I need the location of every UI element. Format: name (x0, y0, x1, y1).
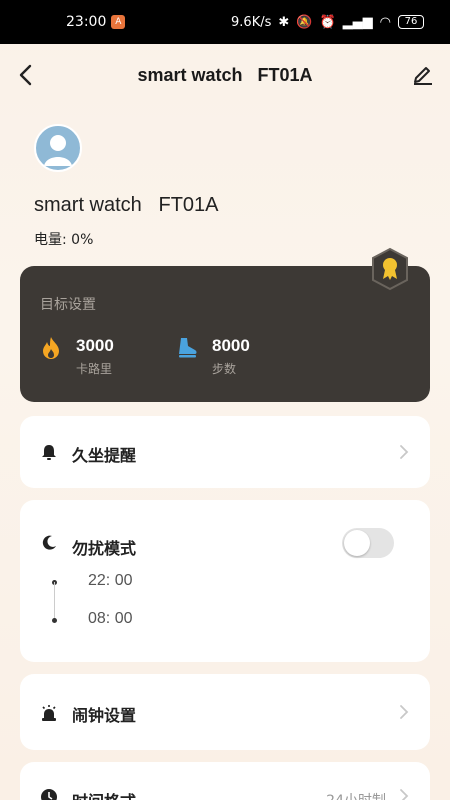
time-format-value: 24小时制 (326, 790, 386, 800)
edit-button[interactable] (410, 60, 436, 88)
sedentary-reminder-row[interactable]: 久坐提醒 (20, 416, 430, 488)
alarm-label: 闹钟设置 (72, 706, 137, 725)
alarm-settings-row[interactable]: 闹钟设置 (20, 674, 430, 750)
status-bar: 23:00 A 9.6K/s ✱ 🔕 ⏰ ▂▄▆ ◠ 76 (0, 0, 450, 44)
dnd-toggle[interactable] (342, 528, 394, 558)
battery-indicator: 76 (398, 15, 424, 29)
medal-icon (372, 247, 408, 291)
chevron-right-icon (400, 445, 409, 459)
alarm-status-icon: ⏰ (319, 14, 336, 30)
dnd-end-time[interactable]: 08: 00 (88, 610, 132, 628)
app-header: smart watch FT01A (0, 44, 450, 106)
chevron-right-icon (400, 789, 409, 800)
calories-unit: 卡路里 (76, 362, 113, 376)
user-icon (44, 135, 72, 166)
toggle-knob (344, 530, 370, 556)
sedentary-label: 久坐提醒 (72, 446, 137, 465)
flame-icon (43, 337, 59, 359)
page-title: smart watch FT01A (137, 64, 313, 85)
status-time: 23:00 (66, 14, 107, 30)
clock-icon (41, 789, 57, 800)
time-format-row[interactable]: 时间格式 24小时制 (20, 762, 430, 800)
mute-icon: 🔕 (296, 14, 313, 30)
goal-title: 目标设置 (40, 297, 96, 313)
device-name: smart watch FT01A (34, 194, 219, 216)
moon-icon (42, 535, 56, 550)
shoe-icon (179, 338, 197, 358)
notification-app-icon: A (111, 15, 126, 29)
goal-calories[interactable]: 3000 卡路里 (40, 336, 114, 377)
pencil-icon (414, 67, 432, 85)
alarm-icon (42, 705, 56, 721)
chevron-right-icon (400, 705, 409, 719)
timeline-line (54, 582, 55, 622)
calories-value: 3000 (76, 336, 114, 355)
wifi-icon: ◠ (379, 14, 391, 30)
steps-unit: 步数 (212, 362, 237, 376)
goal-steps[interactable]: 8000 步数 (176, 336, 250, 377)
time-format-label: 时间格式 (72, 788, 136, 800)
dnd-label: 勿扰模式 (72, 539, 137, 558)
timeline-end-dot (52, 618, 57, 623)
network-speed: 9.6K/s (231, 14, 272, 30)
back-button[interactable] (14, 60, 36, 90)
chevron-left-icon (19, 64, 32, 86)
bell-icon (42, 445, 56, 460)
bluetooth-icon: ✱ (278, 14, 290, 30)
goal-card[interactable]: 目标设置 3000 卡路里 8000 步数 (20, 266, 430, 402)
device-battery: 电量: 0% (34, 232, 94, 248)
steps-value: 8000 (212, 336, 250, 355)
device-avatar[interactable] (34, 124, 82, 172)
signal-icon: ▂▄▆ (342, 14, 373, 30)
dnd-card: 勿扰模式 22: 00 08: 00 (20, 500, 430, 662)
dnd-start-time[interactable]: 22: 00 (88, 572, 132, 590)
